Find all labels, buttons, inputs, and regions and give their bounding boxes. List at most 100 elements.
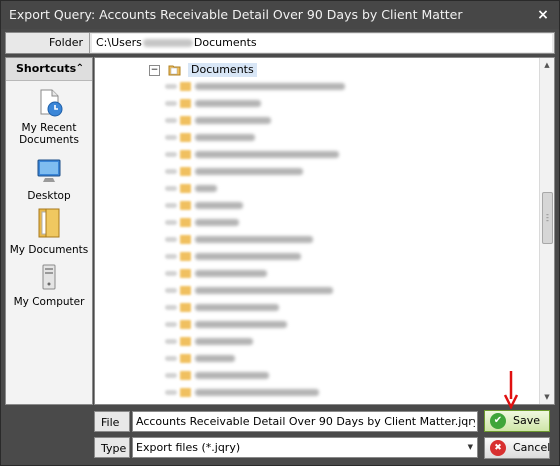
redacted-folder-name: [195, 134, 255, 141]
folder-icon: [180, 167, 191, 176]
collapse-icon[interactable]: ⌃: [76, 58, 84, 80]
folder-icon: [180, 320, 191, 329]
tree-scrollbar[interactable]: ▲ --- ▼: [539, 58, 554, 404]
redacted-folder-name: [195, 151, 339, 158]
redacted-folder-name: [195, 270, 267, 277]
tree-expander-icon: [165, 84, 177, 89]
grip-icon: ---: [546, 210, 549, 225]
tree-expander-icon: [165, 118, 177, 123]
folder-tree[interactable]: − Documents ▲ --- ▼: [94, 57, 555, 405]
shortcut-desktop[interactable]: Desktop: [6, 156, 92, 202]
red-arrow-annotation-icon: [503, 371, 519, 409]
redacted-folder-name: [195, 304, 279, 311]
shortcut-my-recent-documents[interactable]: My Recent Documents: [6, 88, 92, 146]
shortcut-label: My Documents: [9, 244, 89, 256]
file-name-input[interactable]: [132, 411, 478, 432]
my-documents-icon: [38, 208, 60, 238]
folder-path-prefix: C:\Users: [96, 36, 142, 49]
folder-icon: [180, 99, 191, 108]
folder-icon: [180, 133, 191, 142]
redacted-folder-name: [195, 117, 271, 124]
folder-icon: [180, 286, 191, 295]
redacted-folder-name: [195, 253, 301, 260]
tree-expander-icon: [165, 356, 177, 361]
redacted-folder-name: [195, 83, 345, 90]
tree-expander-icon: [165, 135, 177, 140]
redacted-folder-name: [195, 219, 239, 226]
redacted-folder-name: [195, 389, 319, 396]
redacted-folder-name: [195, 287, 333, 294]
cancel-button-label: Cancel: [513, 441, 551, 454]
shortcut-label: Desktop: [27, 190, 71, 202]
folder-icon: [180, 184, 191, 193]
tree-expander-icon: [165, 101, 177, 106]
folder-row: Folder C:\Users Documents: [5, 32, 555, 54]
shortcut-label: My Computer: [13, 296, 85, 308]
folder-icon: [180, 201, 191, 210]
close-button[interactable]: ×: [533, 1, 553, 29]
chevron-down-icon[interactable]: ▼: [468, 438, 473, 457]
scroll-thumb[interactable]: ---: [542, 192, 553, 244]
folder-path-suffix: Documents: [193, 36, 257, 49]
folder-icon: [180, 116, 191, 125]
folder-icon: [168, 65, 180, 76]
tree-expander-icon: [165, 271, 177, 276]
save-button[interactable]: ✔ Save: [484, 410, 550, 432]
redacted-folder-name: [195, 100, 261, 107]
shortcuts-header[interactable]: Shortcuts ⌃: [6, 58, 92, 81]
title-bar: Export Query: Accounts Receivable Detail…: [1, 1, 559, 29]
folder-icon: [180, 354, 191, 363]
folder-icon: [180, 371, 191, 380]
folder-path-field[interactable]: C:\Users Documents: [92, 34, 552, 52]
shortcut-label: My Recent Documents: [19, 122, 79, 146]
redacted-username: [142, 39, 193, 47]
folder-icon: [180, 82, 191, 91]
folder-icon: [180, 269, 191, 278]
shortcut-my-documents[interactable]: My Documents: [6, 206, 92, 256]
tree-expander-icon: [165, 169, 177, 174]
shortcut-my-computer[interactable]: My Computer: [6, 262, 92, 308]
cancel-x-icon: ✖: [490, 440, 506, 456]
folder-icon: [180, 235, 191, 244]
file-type-value: Export files (*.jqry): [136, 441, 241, 454]
tree-expander-icon: [165, 305, 177, 310]
file-type-dropdown[interactable]: Export files (*.jqry) ▼: [132, 437, 478, 458]
redacted-folder-name: [195, 321, 287, 328]
cancel-button[interactable]: ✖ Cancel: [484, 437, 550, 459]
redacted-folder-name: [195, 355, 235, 362]
shortcuts-panel: Shortcuts ⌃ My Recent Documents Desktop: [5, 57, 93, 405]
type-label: Type: [94, 437, 130, 458]
scroll-down-arrow-icon[interactable]: ▼: [540, 390, 554, 404]
checkmark-icon: ✔: [490, 413, 506, 429]
file-label: File: [94, 411, 130, 432]
shortcuts-title: Shortcuts: [16, 62, 77, 75]
redacted-folder-name: [195, 338, 253, 345]
folder-icon: [180, 252, 191, 261]
window-title: Export Query: Accounts Receivable Detail…: [9, 7, 463, 22]
tree-root-label: Documents: [188, 63, 257, 77]
redacted-folder-name: [195, 168, 303, 175]
folder-icon: [180, 337, 191, 346]
tree-expander-icon: [165, 322, 177, 327]
export-query-dialog: Export Query: Accounts Receivable Detail…: [0, 0, 560, 466]
my-computer-icon: [42, 264, 56, 290]
folder-label: Folder: [6, 33, 90, 53]
redacted-folder-name: [195, 236, 313, 243]
tree-expander-icon: [165, 237, 177, 242]
folder-icon: [180, 218, 191, 227]
redacted-folder-name: [195, 372, 269, 379]
tree-expander-icon: [165, 339, 177, 344]
redacted-folder-name: [195, 202, 243, 209]
save-button-label: Save: [513, 414, 541, 427]
collapse-expander-icon[interactable]: −: [149, 64, 160, 76]
file-controls: File ✔ Save Type Export files (*.jqry) ▼…: [94, 407, 555, 461]
tree-expander-icon: [165, 288, 177, 293]
scroll-up-arrow-icon[interactable]: ▲: [540, 58, 554, 72]
tree-expander-icon: [165, 390, 177, 395]
redacted-folder-name: [195, 185, 217, 192]
tree-root-documents[interactable]: − Documents: [149, 63, 257, 77]
folder-icon: [180, 388, 191, 397]
tree-expander-icon: [165, 186, 177, 191]
tree-expander-icon: [165, 373, 177, 378]
tree-expander-icon: [165, 152, 177, 157]
